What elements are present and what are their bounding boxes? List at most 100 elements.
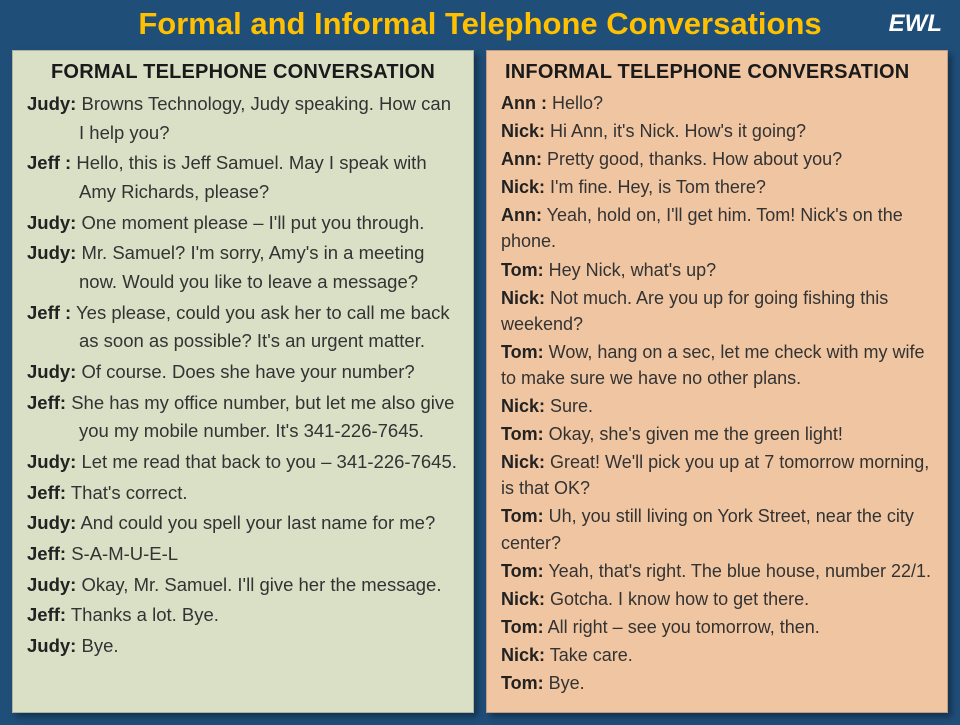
- speaker-label: Nick:: [501, 288, 545, 308]
- dialogue-line: Tom: Okay, she's given me the green ligh…: [501, 421, 933, 447]
- speaker-label: Jeff:: [27, 604, 66, 625]
- speaker-label: Nick:: [501, 177, 545, 197]
- formal-panel: FORMAL TELEPHONE CONVERSATION Judy: Brow…: [12, 50, 474, 713]
- dialogue-line: Jeff: Thanks a lot. Bye.: [27, 601, 459, 630]
- dialogue-line: Nick: Gotcha. I know how to get there.: [501, 586, 933, 612]
- speaker-label: Nick:: [501, 645, 545, 665]
- speaker-label: Nick:: [501, 589, 545, 609]
- dialogue-text: S-A-M-U-E-L: [66, 543, 178, 564]
- informal-panel: INFORMAL TELEPHONE CONVERSATION Ann : He…: [486, 50, 948, 713]
- dialogue-line: Nick: Hi Ann, it's Nick. How's it going?: [501, 118, 933, 144]
- dialogue-text: Thanks a lot. Bye.: [66, 604, 219, 625]
- columns: FORMAL TELEPHONE CONVERSATION Judy: Brow…: [0, 50, 960, 725]
- dialogue-text: Okay, Mr. Samuel. I'll give her the mess…: [76, 574, 441, 595]
- dialogue-text: Sure.: [545, 396, 593, 416]
- dialogue-line: Judy: Of course. Does she have your numb…: [27, 358, 459, 387]
- dialogue-text: Hello, this is Jeff Samuel. May I speak …: [71, 152, 426, 202]
- speaker-label: Nick:: [501, 121, 545, 141]
- dialogue-text: Pretty good, thanks. How about you?: [542, 149, 842, 169]
- dialogue-line: Judy: Mr. Samuel? I'm sorry, Amy's in a …: [27, 239, 459, 296]
- dialogue-line: Jeff: That's correct.: [27, 479, 459, 508]
- dialogue-line: Judy: Browns Technology, Judy speaking. …: [27, 90, 459, 147]
- dialogue-line: Tom: All right – see you tomorrow, then.: [501, 614, 933, 640]
- formal-lines: Judy: Browns Technology, Judy speaking. …: [27, 90, 459, 661]
- dialogue-line: Judy: Let me read that back to you – 341…: [27, 448, 459, 477]
- dialogue-text: Uh, you still living on York Street, nea…: [501, 506, 914, 552]
- dialogue-text: Hey Nick, what's up?: [544, 260, 717, 280]
- speaker-label: Judy:: [27, 512, 76, 533]
- dialogue-text: Bye.: [544, 673, 585, 693]
- dialogue-text: Yeah, that's right. The blue house, numb…: [544, 561, 931, 581]
- speaker-label: Tom:: [501, 342, 544, 362]
- dialogue-text: Of course. Does she have your number?: [76, 361, 414, 382]
- dialogue-line: Nick: I'm fine. Hey, is Tom there?: [501, 174, 933, 200]
- speaker-label: Jeff:: [27, 543, 66, 564]
- speaker-label: Judy:: [27, 361, 76, 382]
- formal-heading: FORMAL TELEPHONE CONVERSATION: [27, 61, 459, 84]
- speaker-label: Jeff :: [27, 152, 71, 173]
- speaker-label: Judy:: [27, 212, 76, 233]
- dialogue-line: Tom: Bye.: [501, 670, 933, 696]
- dialogue-line: Tom: Wow, hang on a sec, let me check wi…: [501, 339, 933, 391]
- dialogue-text: Hello?: [547, 93, 603, 113]
- speaker-label: Jeff:: [27, 482, 66, 503]
- dialogue-text: Not much. Are you up for going fishing t…: [501, 288, 888, 334]
- dialogue-text: Mr. Samuel? I'm sorry, Amy's in a meetin…: [76, 242, 424, 292]
- dialogue-line: Nick: Take care.: [501, 642, 933, 668]
- dialogue-text: Bye.: [76, 635, 118, 656]
- dialogue-text: Browns Technology, Judy speaking. How ca…: [76, 93, 451, 143]
- speaker-label: Tom:: [501, 673, 544, 693]
- dialogue-line: Judy: One moment please – I'll put you t…: [27, 209, 459, 238]
- dialogue-line: Tom: Yeah, that's right. The blue house,…: [501, 558, 933, 584]
- dialogue-text: Yeah, hold on, I'll get him. Tom! Nick's…: [501, 205, 903, 251]
- dialogue-text: Wow, hang on a sec, let me check with my…: [501, 342, 925, 388]
- dialogue-line: Jeff: S-A-M-U-E-L: [27, 540, 459, 569]
- dialogue-line: Ann: Pretty good, thanks. How about you?: [501, 146, 933, 172]
- dialogue-text: One moment please – I'll put you through…: [76, 212, 424, 233]
- speaker-label: Tom:: [501, 506, 544, 526]
- dialogue-line: Ann: Yeah, hold on, I'll get him. Tom! N…: [501, 202, 933, 254]
- speaker-label: Judy:: [27, 451, 76, 472]
- informal-lines: Ann : Hello?Nick: Hi Ann, it's Nick. How…: [501, 90, 933, 696]
- speaker-label: Tom:: [501, 260, 544, 280]
- dialogue-text: Take care.: [545, 645, 633, 665]
- dialogue-text: Let me read that back to you – 341-226-7…: [76, 451, 457, 472]
- speaker-label: Judy:: [27, 574, 76, 595]
- speaker-label: Ann:: [501, 149, 542, 169]
- informal-heading: INFORMAL TELEPHONE CONVERSATION: [501, 61, 933, 84]
- dialogue-text: Okay, she's given me the green light!: [544, 424, 843, 444]
- speaker-label: Nick:: [501, 396, 545, 416]
- dialogue-line: Nick: Sure.: [501, 393, 933, 419]
- speaker-label: Judy:: [27, 93, 76, 114]
- dialogue-text: Yes please, could you ask her to call me…: [71, 302, 449, 352]
- speaker-label: Tom:: [501, 424, 544, 444]
- dialogue-text: She has my office number, but let me als…: [66, 392, 454, 442]
- dialogue-line: Tom: Uh, you still living on York Street…: [501, 503, 933, 555]
- dialogue-line: Nick: Not much. Are you up for going fis…: [501, 285, 933, 337]
- speaker-label: Tom:: [501, 561, 544, 581]
- speaker-label: Ann:: [501, 205, 542, 225]
- speaker-label: Nick:: [501, 452, 545, 472]
- dialogue-text: Gotcha. I know how to get there.: [545, 589, 809, 609]
- dialogue-line: Judy: Bye.: [27, 632, 459, 661]
- speaker-label: Judy:: [27, 635, 76, 656]
- dialogue-text: And could you spell your last name for m…: [76, 512, 435, 533]
- dialogue-text: That's correct.: [66, 482, 187, 503]
- dialogue-line: Ann : Hello?: [501, 90, 933, 116]
- dialogue-line: Nick: Great! We'll pick you up at 7 tomo…: [501, 449, 933, 501]
- speaker-label: Jeff:: [27, 392, 66, 413]
- speaker-label: Judy:: [27, 242, 76, 263]
- page-title: Formal and Informal Telephone Conversati…: [0, 0, 960, 50]
- speaker-label: Tom:: [501, 617, 544, 637]
- speaker-label: Ann :: [501, 93, 547, 113]
- speaker-label: Jeff :: [27, 302, 71, 323]
- dialogue-line: Judy: And could you spell your last name…: [27, 509, 459, 538]
- dialogue-line: Tom: Hey Nick, what's up?: [501, 257, 933, 283]
- ewl-badge: EWL: [889, 10, 942, 38]
- dialogue-line: Jeff: She has my office number, but let …: [27, 389, 459, 446]
- dialogue-text: All right – see you tomorrow, then.: [544, 617, 820, 637]
- dialogue-line: Judy: Okay, Mr. Samuel. I'll give her th…: [27, 571, 459, 600]
- dialogue-text: Great! We'll pick you up at 7 tomorrow m…: [501, 452, 929, 498]
- dialogue-text: I'm fine. Hey, is Tom there?: [545, 177, 766, 197]
- dialogue-line: Jeff : Hello, this is Jeff Samuel. May I…: [27, 149, 459, 206]
